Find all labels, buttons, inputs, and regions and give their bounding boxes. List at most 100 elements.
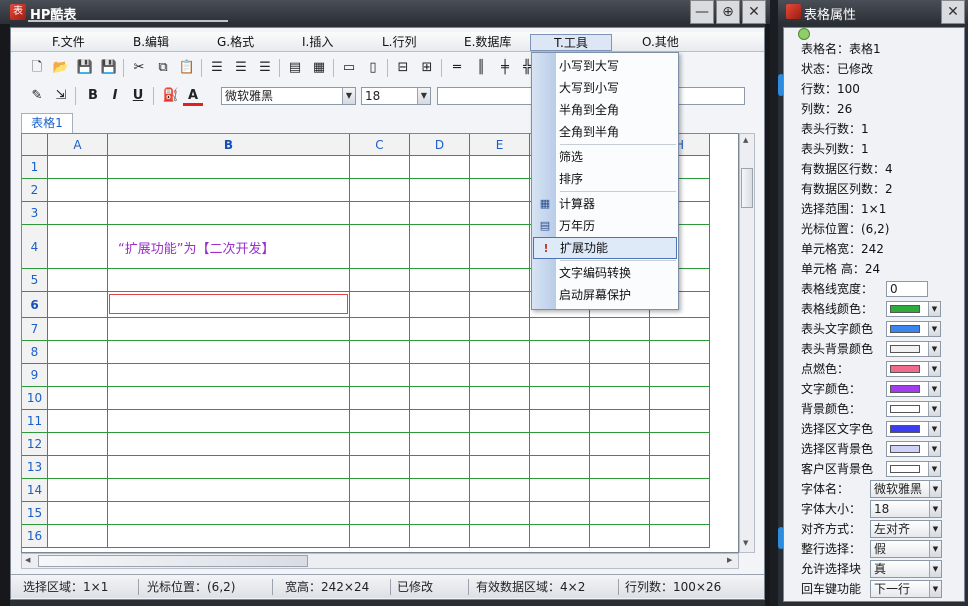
- grid-cell[interactable]: [108, 318, 350, 341]
- grid-cell[interactable]: [48, 456, 108, 479]
- chevron-down-icon[interactable]: ▼: [928, 462, 940, 476]
- row-header-1[interactable]: 1: [22, 156, 48, 179]
- tab-sheet-1[interactable]: 表格1: [21, 113, 73, 133]
- grid-cell[interactable]: [410, 433, 470, 456]
- grid-cell[interactable]: [470, 269, 530, 292]
- field-select-0[interactable]: 微软雅黑 ▼: [870, 480, 942, 498]
- field-select-3[interactable]: 假 ▼: [870, 540, 942, 558]
- grid-cell[interactable]: [650, 387, 710, 410]
- grid-cell[interactable]: [108, 479, 350, 502]
- grid-cell[interactable]: [410, 341, 470, 364]
- grid-cell[interactable]: [48, 202, 108, 225]
- chevron-down-icon[interactable]: ▼: [928, 422, 940, 436]
- grid-cell[interactable]: [48, 479, 108, 502]
- color-picker-5[interactable]: ▼: [886, 401, 941, 417]
- grid-cell[interactable]: [350, 433, 410, 456]
- grid-cell[interactable]: [350, 502, 410, 525]
- grid-cell[interactable]: [590, 433, 650, 456]
- chevron-down-icon[interactable]: ▼: [929, 521, 941, 537]
- grid-cell[interactable]: [650, 525, 710, 548]
- grid-cell[interactable]: [350, 156, 410, 179]
- grid-cell[interactable]: [470, 202, 530, 225]
- column-header-d[interactable]: D: [410, 134, 470, 156]
- settings-button[interactable]: ⊕: [716, 0, 740, 24]
- chevron-down-icon[interactable]: ▼: [342, 88, 355, 104]
- grid-cell[interactable]: [650, 341, 710, 364]
- chevron-down-icon[interactable]: ▼: [928, 302, 940, 316]
- column-header-b[interactable]: B: [108, 134, 350, 156]
- grid-cell[interactable]: [108, 525, 350, 548]
- grid-cell[interactable]: [350, 318, 410, 341]
- grid-cell[interactable]: [108, 179, 350, 202]
- grid-cell[interactable]: [48, 502, 108, 525]
- row-header-11[interactable]: 11: [22, 410, 48, 433]
- grid-cell[interactable]: [350, 410, 410, 433]
- vertical-scrollbar[interactable]: ▲ ▼: [739, 133, 755, 553]
- split-button[interactable]: ⊞: [417, 58, 437, 78]
- grid-cell[interactable]: [470, 410, 530, 433]
- grid-cell[interactable]: [48, 292, 108, 318]
- grid-cell[interactable]: [410, 456, 470, 479]
- grid-cell[interactable]: [590, 318, 650, 341]
- line-width-input[interactable]: 0: [886, 281, 928, 297]
- field-select-1[interactable]: 18 ▼: [870, 500, 942, 518]
- save-button[interactable]: 💾: [75, 58, 95, 78]
- grid-cell[interactable]: [530, 525, 590, 548]
- grid-cell[interactable]: [350, 387, 410, 410]
- row-header-6[interactable]: 6: [22, 292, 48, 318]
- grid-cell[interactable]: [530, 433, 590, 456]
- grid-cell[interactable]: [530, 479, 590, 502]
- grid-cell[interactable]: [470, 433, 530, 456]
- grid-cell[interactable]: [650, 364, 710, 387]
- menu-item-排序[interactable]: 排序: [533, 168, 677, 190]
- color-picker-3[interactable]: ▼: [886, 361, 941, 377]
- grid-cell[interactable]: [470, 525, 530, 548]
- grid-cell[interactable]: [530, 387, 590, 410]
- chevron-down-icon[interactable]: ▼: [928, 382, 940, 396]
- horizontal-scroll-thumb[interactable]: [38, 555, 308, 567]
- menu-item-半角到全角[interactable]: 半角到全角: [533, 99, 677, 121]
- font-name-select[interactable]: 微软雅黑 ▼: [221, 87, 356, 105]
- chevron-down-icon[interactable]: ▼: [929, 541, 941, 557]
- grid-cell[interactable]: [410, 269, 470, 292]
- copy-button[interactable]: ⧉: [153, 58, 173, 78]
- scroll-right-icon[interactable]: ▶: [727, 556, 732, 564]
- grid-cell[interactable]: [48, 410, 108, 433]
- grid-cell[interactable]: [108, 156, 350, 179]
- grid-cell[interactable]: [48, 387, 108, 410]
- chevron-down-icon[interactable]: ▼: [928, 402, 940, 416]
- grid-cell[interactable]: [590, 479, 650, 502]
- grid-cell[interactable]: [410, 179, 470, 202]
- text-color-button[interactable]: A: [183, 86, 203, 106]
- paste-button[interactable]: 📋: [177, 58, 197, 78]
- grid-cell[interactable]: [590, 456, 650, 479]
- field-select-2[interactable]: 左对齐 ▼: [870, 520, 942, 538]
- chevron-down-icon[interactable]: ▼: [929, 481, 941, 497]
- bold-button[interactable]: B: [83, 86, 103, 106]
- grid-cell[interactable]: [470, 318, 530, 341]
- chevron-down-icon[interactable]: ▼: [929, 501, 941, 517]
- grid-cell[interactable]: [350, 292, 410, 318]
- menu-o[interactable]: O.其他: [636, 34, 685, 51]
- underline-button[interactable]: U: [128, 86, 148, 106]
- grid-cell[interactable]: [350, 341, 410, 364]
- grid-cell[interactable]: [48, 525, 108, 548]
- grid-cell[interactable]: [48, 364, 108, 387]
- active-cell-cursor[interactable]: [109, 294, 348, 314]
- grid-cell[interactable]: [650, 456, 710, 479]
- row-header-9[interactable]: 9: [22, 364, 48, 387]
- grid-cell[interactable]: [650, 410, 710, 433]
- color-picker-4[interactable]: ▼: [886, 381, 941, 397]
- props-close-button[interactable]: ✕: [941, 0, 965, 24]
- field-select-5[interactable]: 下一行 ▼: [870, 580, 942, 598]
- grid-cell[interactable]: [470, 292, 530, 318]
- border-inner-button[interactable]: ╪: [495, 58, 515, 78]
- align-center-button[interactable]: ☰: [231, 58, 251, 78]
- column-header-e[interactable]: E: [470, 134, 530, 156]
- merge-button[interactable]: ⊟: [393, 58, 413, 78]
- chevron-down-icon[interactable]: ▼: [417, 88, 430, 104]
- grid-cell[interactable]: [470, 341, 530, 364]
- grid-cell[interactable]: [530, 456, 590, 479]
- row-header-16[interactable]: 16: [22, 525, 48, 548]
- border-h-button[interactable]: ═: [447, 58, 467, 78]
